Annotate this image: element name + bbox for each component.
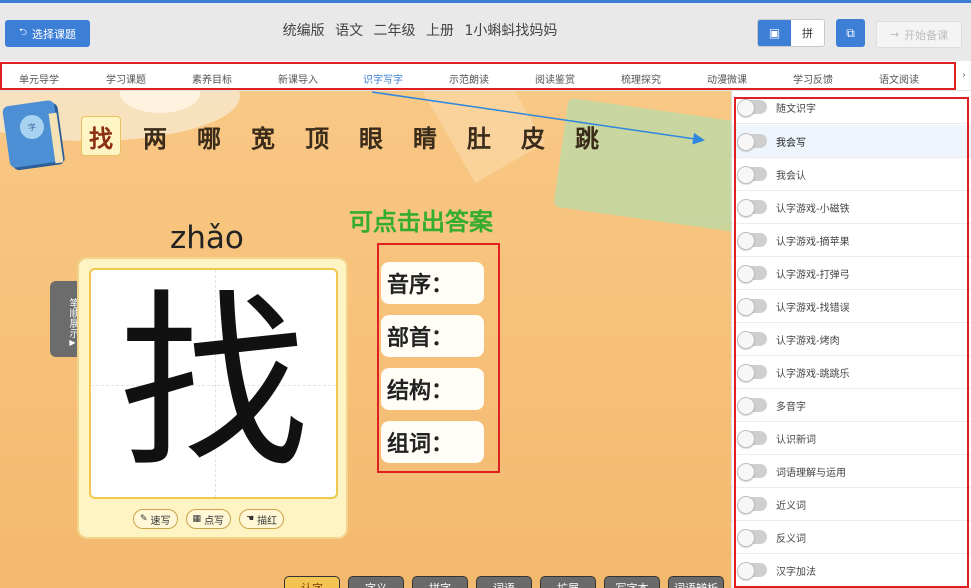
- char-item-0[interactable]: 找: [81, 116, 121, 156]
- view-toggle: ▣ 拼: [757, 19, 825, 47]
- pinyin-view-button[interactable]: 拼: [791, 20, 824, 46]
- title-subject: 语文: [335, 23, 364, 39]
- panel-highlight-box: [734, 97, 969, 588]
- hand-icon: ☚: [246, 514, 255, 524]
- writing-grid: 找: [89, 268, 338, 499]
- bottom-tab-4[interactable]: 扩展: [540, 576, 596, 588]
- char-item-9[interactable]: 跳: [567, 116, 607, 156]
- book-icon: 字: [1, 99, 64, 171]
- window-icon: ⧉: [846, 25, 855, 40]
- big-character: 找: [118, 272, 309, 494]
- title-grade: 二年级: [373, 23, 416, 39]
- pencil-icon: ✎: [140, 514, 148, 524]
- title-edition: 统编版: [282, 23, 325, 39]
- quick-write-button[interactable]: ✎ 速写: [133, 509, 178, 529]
- course-title: 统编版 语文 二年级 上册 1小蝌蚪找妈妈: [0, 20, 840, 40]
- answer-radical[interactable]: 部首：: [381, 315, 484, 357]
- char-item-7[interactable]: 肚: [459, 116, 499, 156]
- bottom-tab-3[interactable]: 词语: [476, 576, 532, 588]
- title-volume: 上册: [425, 23, 454, 39]
- bottom-tab-2[interactable]: 拼字: [412, 576, 468, 588]
- grid-icon: ▦: [192, 514, 202, 524]
- header: ⮌ 选择课题 统编版 语文 二年级 上册 1小蝌蚪找妈妈 ▣ 拼 ⧉ → 开始备…: [0, 3, 971, 61]
- answer-word-group[interactable]: 组词：: [381, 421, 484, 463]
- play-icon: ▶: [68, 337, 77, 347]
- bottom-tab-1[interactable]: 字义: [348, 576, 404, 588]
- screen-mode-button[interactable]: ⧉: [836, 19, 865, 47]
- bottom-tab-6[interactable]: 词语辨析: [668, 576, 724, 588]
- trace-button[interactable]: ☚ 描红: [239, 509, 285, 529]
- answer-phonetic-order[interactable]: 音序：: [381, 262, 484, 304]
- title-lesson: 1小蝌蚪找妈妈: [464, 23, 558, 39]
- start-lesson-button[interactable]: → 开始备课: [876, 21, 962, 48]
- pinyin: zhǎo: [170, 220, 244, 256]
- bottom-tab-0[interactable]: 认字: [284, 576, 340, 588]
- image-icon: ▣: [768, 26, 781, 40]
- answer-structure[interactable]: 结构：: [381, 368, 484, 410]
- stroke-order-tab[interactable]: 笔顺展示▶: [50, 281, 78, 357]
- char-item-8[interactable]: 皮: [513, 116, 553, 156]
- card-buttons: ✎ 速写 ▦ 点写 ☚ 描红: [133, 509, 303, 529]
- char-item-1[interactable]: 两: [135, 116, 175, 156]
- char-item-5[interactable]: 眼: [351, 116, 391, 156]
- character-card: 找 ✎ 速写 ▦ 点写 ☚ 描红: [77, 257, 348, 539]
- dot-write-button[interactable]: ▦ 点写: [185, 509, 232, 529]
- nav-next-icon[interactable]: ›: [962, 70, 966, 81]
- char-item-4[interactable]: 顶: [297, 116, 337, 156]
- arrow-right-icon: →: [889, 28, 900, 41]
- nav-highlight-box: [0, 62, 956, 90]
- char-item-6[interactable]: 睛: [405, 116, 445, 156]
- char-item-3[interactable]: 宽: [243, 116, 283, 156]
- char-item-2[interactable]: 哪: [189, 116, 229, 156]
- image-view-button[interactable]: ▣: [758, 20, 791, 46]
- answer-hint: 可点击出答案: [349, 208, 493, 236]
- start-lesson-label: 开始备课: [904, 28, 949, 42]
- bottom-tab-5[interactable]: 写字本: [604, 576, 660, 588]
